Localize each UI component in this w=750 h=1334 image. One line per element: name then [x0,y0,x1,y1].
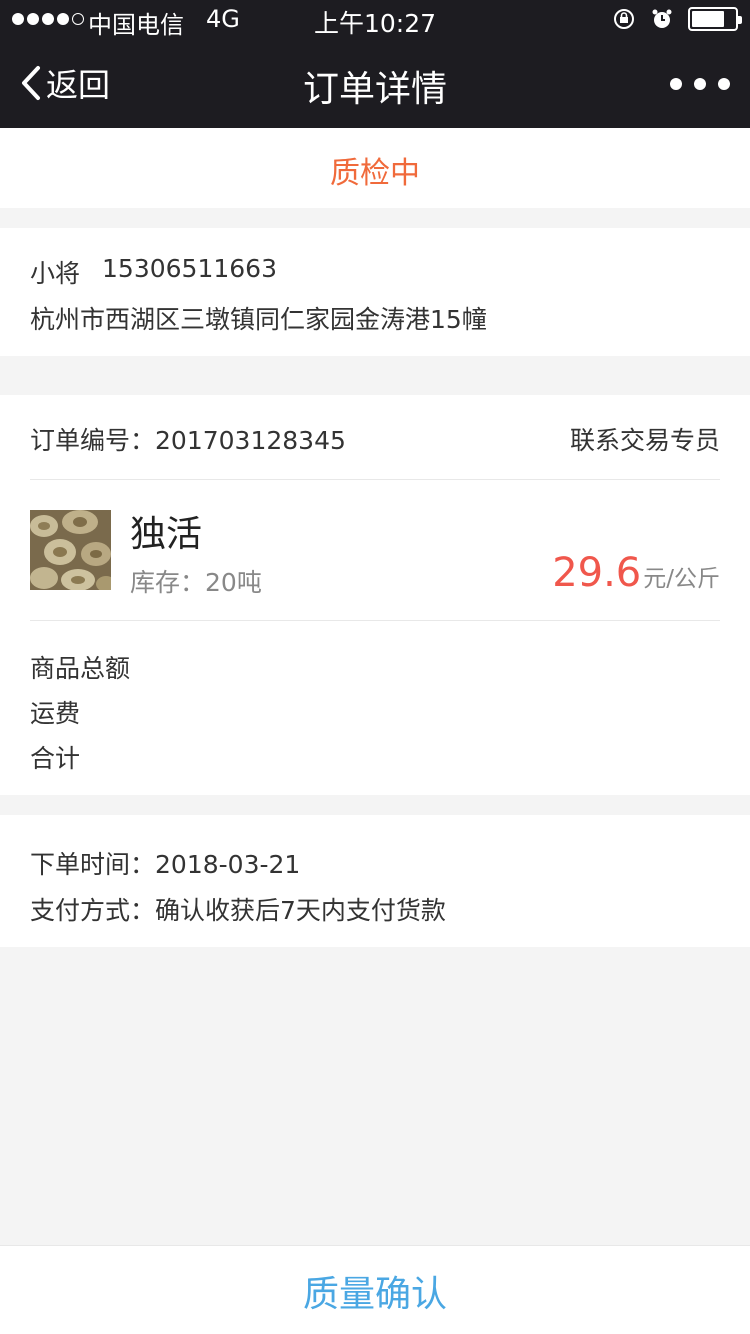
order-card: 订单编号：201703128345 联系交易专员 独活 库存：20吨 29.6 … [0,395,750,795]
product-image [30,510,111,590]
rotation-lock-icon [614,9,634,29]
recipient-address: 杭州市西湖区三墩镇同仁家园金涛港15幢 [30,305,487,334]
contact-agent-link[interactable]: 联系交易专员 [570,421,720,457]
battery-icon [688,7,742,31]
more-dot-icon [670,78,682,90]
order-time-label: 下单时间： [30,850,156,879]
order-status-card: 质检中 [0,128,750,208]
recipient-name: 小将 [30,259,81,288]
recipient-card: 小将 15306511663 杭州市西湖区三墩镇同仁家园金涛港15幢 [0,228,750,356]
product-stock: 库存：20吨 [130,563,262,599]
recipient-phone: 15306511663 [102,254,277,283]
order-time-value: 2018-03-21 [155,850,301,879]
divider [30,620,720,621]
stock-label: 库存： [130,568,206,597]
price-value: 29.6 [552,550,642,596]
order-number-label: 订单编号： [30,426,156,455]
subtotal-label: 商品总额 [30,654,131,683]
payment-label: 支付方式： [30,896,156,925]
page-title: 订单详情 [302,69,447,110]
divider [30,479,720,480]
bottom-action-bar: 质量确认 [0,1245,750,1334]
status-bar: 中国电信 4G 上午10:27 [0,0,750,40]
product-price: 29.6 元/公斤 [552,550,720,596]
alarm-icon [652,9,672,28]
product-name: 独活 [130,514,203,555]
order-number-value: 201703128345 [155,426,346,455]
more-dot-icon [718,78,730,90]
payment-method: 支付方式：确认收获后7天内支付货款 [30,891,446,927]
top-bar: 中国电信 4G 上午10:27 返回 订单详情 [0,0,750,128]
stock-value: 20吨 [205,568,262,597]
total-label: 合计 [30,744,81,773]
price-unit: 元/公斤 [643,566,720,592]
status-icons [612,7,742,31]
navigation-bar: 返回 订单详情 [0,40,750,128]
payment-value: 确认收获后7天内支付货款 [155,896,446,925]
order-status-text: 质检中 [330,156,420,191]
recipient-contact: 小将 15306511663 [30,254,277,290]
order-number: 订单编号：201703128345 [30,421,346,457]
more-dot-icon [694,78,706,90]
quality-confirm-button[interactable]: 质量确认 [0,1246,750,1334]
order-time: 下单时间：2018-03-21 [30,845,300,881]
more-menu-button[interactable] [670,66,730,102]
order-meta-card: 下单时间：2018-03-21 支付方式：确认收获后7天内支付货款 [0,815,750,947]
shipping-label: 运费 [30,699,81,728]
